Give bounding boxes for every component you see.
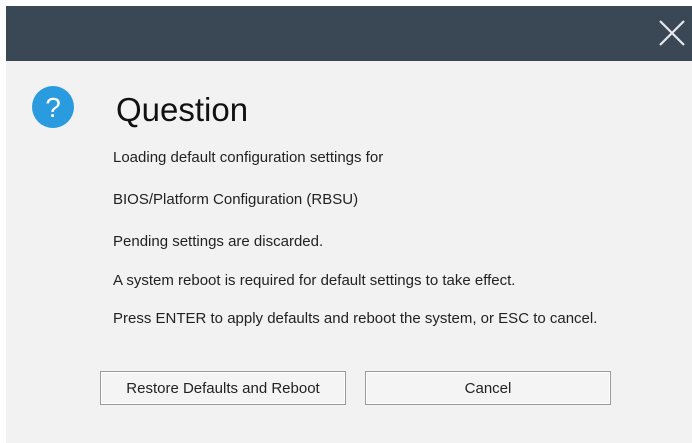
close-button[interactable] <box>654 15 690 51</box>
message-line: Pending settings are discarded. <box>113 233 324 250</box>
cancel-button[interactable]: Cancel <box>365 371 611 405</box>
close-icon <box>659 20 685 46</box>
dialog-title: Question <box>116 91 249 128</box>
message-line: A system reboot is required for default … <box>113 272 516 289</box>
svg-text:?: ? <box>45 92 61 123</box>
question-dialog: ? Question Loading default configuration… <box>6 6 692 443</box>
message-line: BIOS/Platform Configuration (RBSU) <box>113 191 359 208</box>
question-icon: ? <box>32 86 74 128</box>
message-line: Press ENTER to apply defaults and reboot… <box>113 310 598 327</box>
restore-defaults-button[interactable]: Restore Defaults and Reboot <box>100 371 346 405</box>
dialog-titlebar <box>6 6 692 61</box>
message-line: Loading default configuration settings f… <box>113 149 384 166</box>
